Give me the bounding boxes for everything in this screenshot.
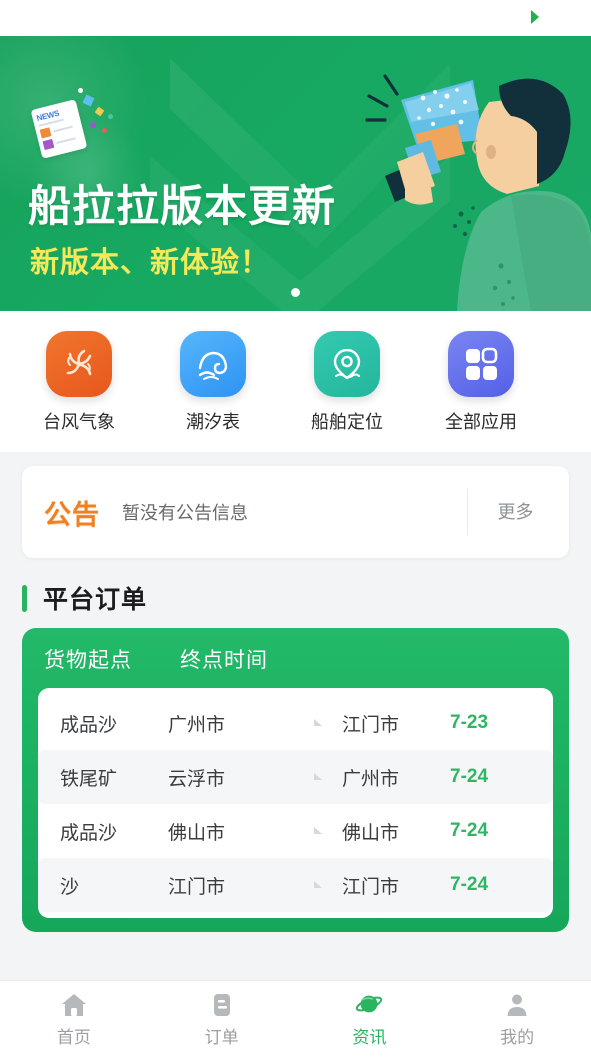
banner-pagination[interactable]: [0, 288, 591, 297]
arrow-right-icon: [272, 716, 342, 730]
table-row[interactable]: 铁尾矿 云浮市 广州市 7-24: [38, 750, 553, 804]
cell-date: 7-24: [450, 766, 489, 787]
table-row[interactable]: 沙 江门市 江门市 7-24: [38, 858, 553, 912]
cell-date: 7-24: [450, 874, 489, 895]
quick-app-label: 全部应用: [445, 412, 517, 432]
tab-label: 首页: [56, 1028, 91, 1047]
order-list-icon: [208, 991, 236, 1019]
confetti-particle: [78, 88, 83, 93]
arrow-right-icon: [272, 878, 342, 892]
quick-app-tide[interactable]: 潮汐表: [158, 331, 268, 434]
cell-goods: 成品沙: [60, 714, 118, 736]
confetti-particle: [90, 122, 96, 128]
quick-app-label: 台风气象: [43, 412, 115, 432]
person-icon: [503, 991, 531, 1019]
orders-table: 成品沙 广州市 江门市 7-23 铁尾矿 云浮市 广州市 7-24 成品沙 佛山: [38, 688, 553, 918]
tab-news[interactable]: 资讯: [296, 981, 444, 1058]
tab-profile[interactable]: 我的: [443, 981, 591, 1058]
confetti-particle: [102, 128, 107, 133]
orders-card: 货物起点 终点时间 成品沙 广州市 江门市 7-23 铁尾矿 云浮市 广州市 7…: [22, 628, 569, 932]
section-accent-bar: [22, 584, 27, 612]
home-icon: [60, 991, 88, 1019]
notice-badge: 公告: [44, 499, 100, 530]
grid-apps-icon: [448, 331, 514, 397]
arrow-right-icon: [272, 824, 342, 838]
cell-destination: 广州市: [342, 768, 400, 790]
orders-header-goods-origin: 货物起点: [44, 649, 132, 672]
orders-section: 货物起点 终点时间 成品沙 广州市 江门市 7-23 铁尾矿 云浮市 广州市 7…: [0, 628, 591, 932]
status-bar: [0, 0, 591, 36]
notice-card[interactable]: 公告 暂没有公告信息 更多: [22, 466, 569, 558]
cell-destination: 江门市: [342, 714, 400, 736]
wave-icon: [180, 331, 246, 397]
cell-destination: 佛山市: [342, 822, 400, 844]
person-with-megaphone-illustration: [365, 74, 591, 311]
quick-app-label: 潮汐表: [186, 412, 240, 432]
typhoon-icon: [46, 331, 112, 397]
arrow-right-icon: [272, 770, 342, 784]
cell-origin: 广州市: [168, 714, 226, 736]
cell-goods: 成品沙: [60, 822, 118, 844]
orders-header-dest-time: 终点时间: [180, 649, 268, 672]
cell-date: 7-23: [450, 712, 489, 733]
quick-apps-row: 台风气象 潮汐表 船舶定位 全部应用: [0, 311, 591, 452]
news-thumb-purple: [42, 138, 55, 151]
cell-destination: 江门市: [342, 876, 400, 898]
cell-origin: 佛山市: [168, 822, 226, 844]
banner-subtitle: 新版本、新体验！: [30, 247, 271, 279]
quick-app-ship-location[interactable]: 船舶定位: [292, 331, 402, 434]
cell-origin: 江门市: [168, 876, 226, 898]
news-thumb-orange: [39, 127, 52, 139]
notice-more-button[interactable]: 更多: [467, 489, 563, 535]
platform-orders-heading: 平台订单: [22, 580, 591, 616]
cell-origin: 云浮市: [168, 768, 226, 790]
tab-home[interactable]: 首页: [0, 981, 148, 1058]
banner-dot-1[interactable]: [291, 288, 300, 297]
section-title-label: 平台订单: [43, 586, 148, 614]
table-row[interactable]: 成品沙 广州市 江门市 7-23: [38, 696, 553, 750]
news-line: [55, 136, 76, 144]
location-pin-icon: [314, 331, 380, 397]
play-triangle-icon: [531, 10, 539, 24]
tab-label: 我的: [500, 1028, 535, 1047]
cell-date: 7-24: [450, 820, 489, 841]
tab-label: 资讯: [352, 1028, 387, 1047]
tab-label: 订单: [204, 1028, 239, 1047]
quick-app-label: 船舶定位: [311, 412, 383, 432]
notice-text: 暂没有公告信息: [122, 503, 248, 523]
tab-orders[interactable]: 订单: [148, 981, 296, 1058]
banner-title: 船拉拉版本更新: [28, 183, 336, 231]
planet-news-icon: [355, 991, 383, 1019]
bottom-tab-bar: 首页 订单 资讯 我的: [0, 980, 591, 1058]
orders-header-row: 货物起点 终点时间: [22, 628, 569, 688]
confetti-particle: [108, 114, 113, 119]
cell-goods: 沙: [60, 876, 80, 898]
notice-section: 公告 暂没有公告信息 更多: [0, 452, 591, 558]
quick-app-typhoon[interactable]: 台风气象: [24, 331, 134, 434]
table-row[interactable]: 成品沙 佛山市 佛山市 7-24: [38, 804, 553, 858]
quick-app-all[interactable]: 全部应用: [426, 331, 536, 434]
news-line: [53, 125, 73, 132]
cell-goods: 铁尾矿: [60, 768, 118, 790]
promo-banner[interactable]: NEWS 船拉拉版本更新 新版本、新体验！: [0, 36, 591, 311]
